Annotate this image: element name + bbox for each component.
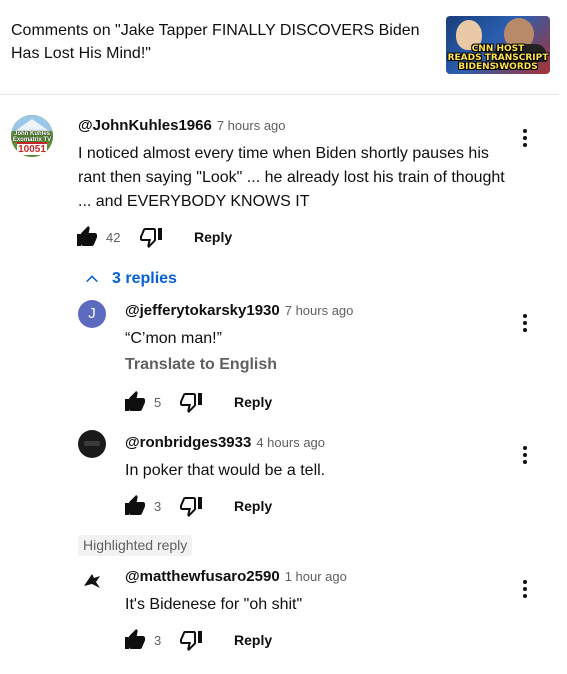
thumbs-up-icon[interactable] xyxy=(123,628,147,652)
more-vert-icon[interactable] xyxy=(515,311,535,335)
video-thumbnail[interactable]: CNN HOST READS TRANSCRIPT OF BIDENS WORD… xyxy=(446,16,550,74)
thumbs-up-icon[interactable] xyxy=(123,390,147,414)
reply-text: “C’mon man!” xyxy=(125,330,222,347)
comment-author[interactable]: @JohnKuhles1966 7 hours ago xyxy=(78,117,286,134)
comment-text: I noticed almost every time when Biden s… xyxy=(78,145,505,210)
thumbnail-caption-line: BIDENS WORDS xyxy=(458,62,538,72)
author-handle[interactable]: @ronbridges3933 xyxy=(125,434,251,451)
avatar-mark xyxy=(84,441,100,446)
like-count: 5 xyxy=(154,395,162,410)
comment-timestamp[interactable]: 7 hours ago xyxy=(217,118,286,133)
reply-text: In poker that would be a tell. xyxy=(125,462,326,479)
reply-button[interactable]: Reply xyxy=(234,498,272,514)
comments-title: Comments on "Jake Tapper FINALLY DISCOVE… xyxy=(11,22,420,62)
avatar-caption: 10051 xyxy=(18,144,46,155)
avatar[interactable] xyxy=(78,430,106,458)
author-handle[interactable]: @jefferytokarsky1930 xyxy=(125,302,280,319)
reply-timestamp[interactable]: 1 hour ago xyxy=(285,569,347,584)
thumbs-down-icon[interactable] xyxy=(179,494,203,518)
chevron-up-icon xyxy=(86,275,98,283)
reply-timestamp[interactable]: 7 hours ago xyxy=(285,303,354,318)
reply-button[interactable]: Reply xyxy=(234,632,272,648)
avatar[interactable]: John Kuhles Exomatrix TV 10051 xyxy=(11,115,53,157)
reply-button[interactable]: Reply xyxy=(234,394,272,410)
thumbs-up-icon[interactable] xyxy=(75,225,99,249)
avatar-image xyxy=(84,574,100,588)
thumbs-down-icon[interactable] xyxy=(139,225,163,249)
reply-author[interactable]: @matthewfusaro2590 1 hour ago xyxy=(125,568,347,585)
author-handle[interactable]: @matthewfusaro2590 xyxy=(125,568,280,585)
avatar-caption: Exomatrix TV xyxy=(12,137,52,143)
reply-timestamp[interactable]: 4 hours ago xyxy=(256,435,325,450)
reply-author[interactable]: @ronbridges3933 4 hours ago xyxy=(125,434,325,451)
reply-button[interactable]: Reply xyxy=(194,229,232,245)
replies-toggle-button[interactable]: 3 replies xyxy=(84,268,177,290)
like-count: 42 xyxy=(106,230,121,245)
reply-author[interactable]: @jefferytokarsky1930 7 hours ago xyxy=(125,302,353,319)
thumbs-down-icon[interactable] xyxy=(179,628,203,652)
author-handle[interactable]: @JohnKuhles1966 xyxy=(78,117,212,134)
avatar[interactable]: J xyxy=(78,300,106,328)
replies-count-label: 3 replies xyxy=(112,270,177,287)
comments-header: Comments on "Jake Tapper FINALLY DISCOVE… xyxy=(0,0,559,95)
highlighted-reply-badge: Highlighted reply xyxy=(78,535,193,556)
translate-button[interactable]: Translate to English xyxy=(125,356,277,374)
reply-text: It's Bidenese for "oh shit" xyxy=(125,596,303,613)
thumbs-down-icon[interactable] xyxy=(179,390,203,414)
like-count: 3 xyxy=(154,633,162,648)
more-vert-icon[interactable] xyxy=(515,126,535,150)
thumbs-up-icon[interactable] xyxy=(123,494,147,518)
like-count: 3 xyxy=(154,499,162,514)
more-vert-icon[interactable] xyxy=(515,443,535,467)
more-vert-icon[interactable] xyxy=(515,577,535,601)
avatar[interactable] xyxy=(78,566,106,594)
